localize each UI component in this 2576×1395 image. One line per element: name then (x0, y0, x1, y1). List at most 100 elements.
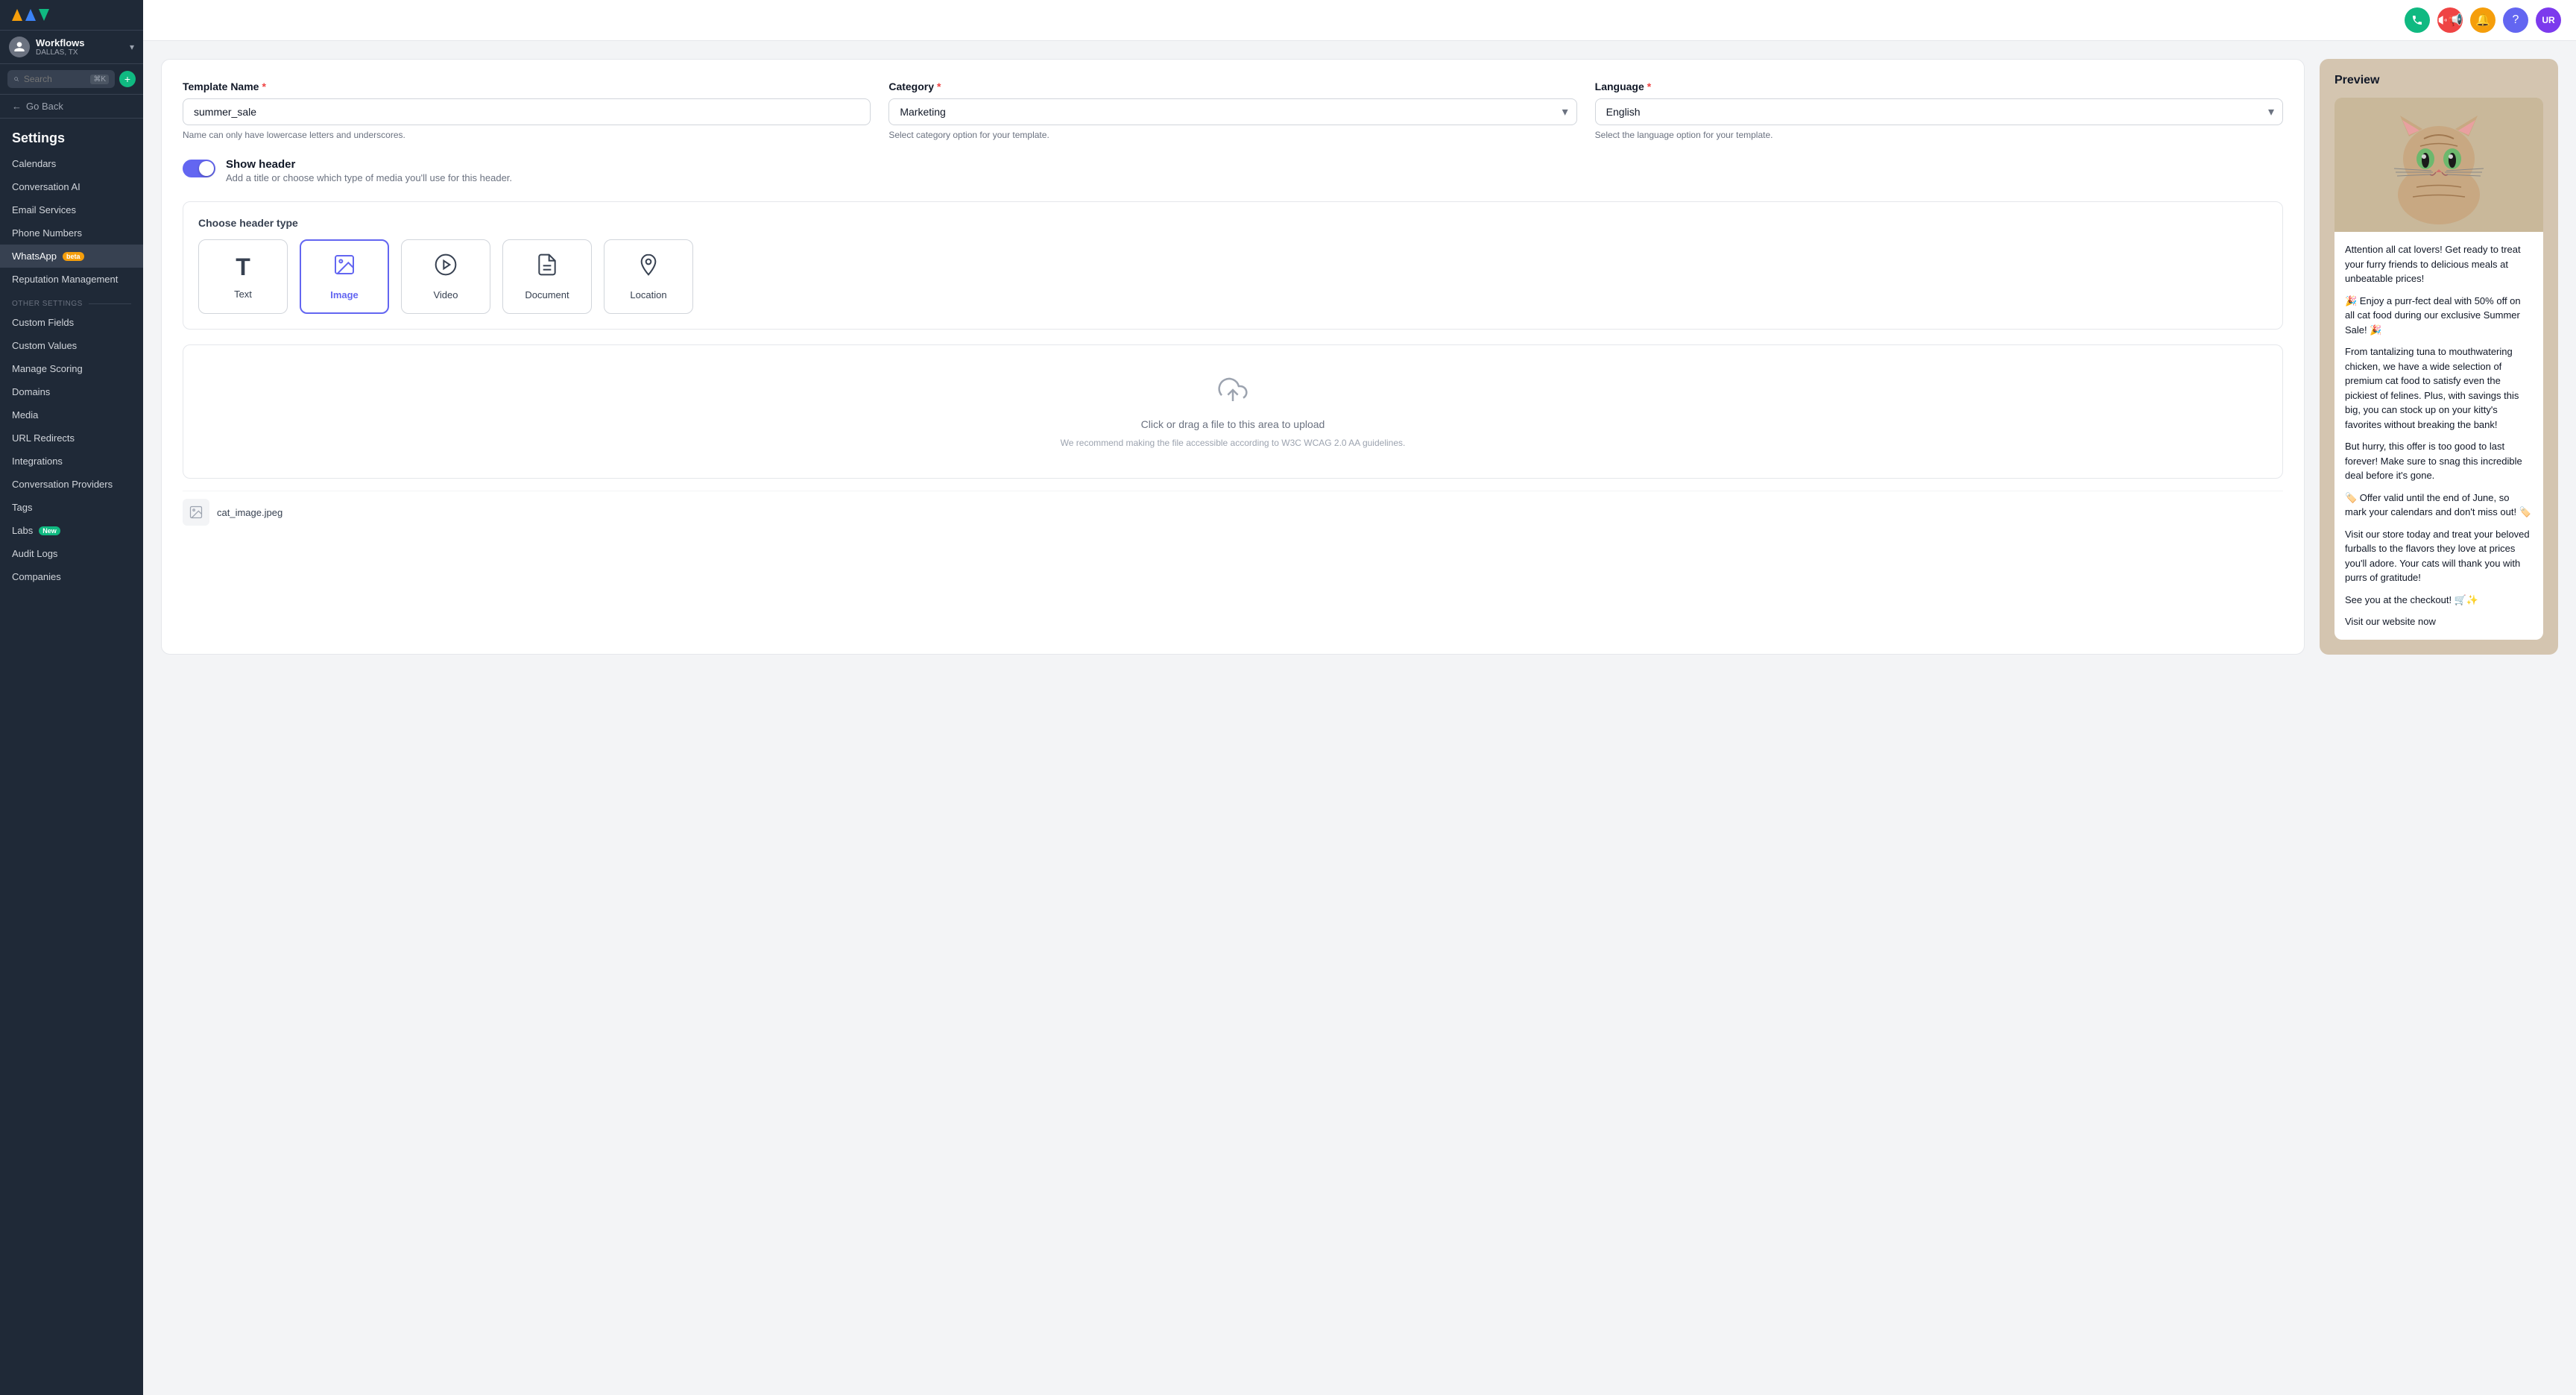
show-header-section: Show header Add a title or choose which … (183, 158, 2283, 183)
template-name-label: Template Name * (183, 81, 871, 92)
header-type-options: T Text Image Video (198, 239, 2267, 314)
required-star: * (262, 81, 265, 92)
bell-icon-button[interactable]: 🔔 (2470, 7, 2496, 33)
header-option-document[interactable]: Document (502, 239, 592, 314)
workspace-info: Workflows DALLAS, TX (36, 37, 124, 57)
show-header-label: Show header (226, 158, 512, 171)
new-badge: New (39, 526, 60, 535)
add-button[interactable]: + (119, 71, 136, 87)
preview-panel: Preview (2320, 59, 2558, 655)
sidebar-item-media[interactable]: Media (0, 403, 143, 426)
search-input-wrap[interactable]: ⌘K (7, 70, 115, 88)
sidebar-item-conversation-providers[interactable]: Conversation Providers (0, 473, 143, 496)
header-option-video[interactable]: Video (401, 239, 490, 314)
preview-text-3: But hurry, this offer is too good to las… (2345, 439, 2533, 483)
header-option-location[interactable]: Location (604, 239, 693, 314)
preview-chat: Attention all cat lovers! Get ready to t… (2334, 98, 2543, 640)
user-avatar-button[interactable]: UR (2536, 7, 2561, 33)
upload-area[interactable]: Click or drag a file to this area to upl… (183, 344, 2283, 479)
sidebar-item-labs[interactable]: Labs New (0, 519, 143, 542)
sidebar-item-conversation-ai[interactable]: Conversation AI (0, 175, 143, 198)
nav-label: Companies (12, 571, 61, 582)
document-type-icon (535, 253, 559, 282)
help-icon-button[interactable]: ? (2503, 7, 2528, 33)
image-type-icon (332, 253, 356, 282)
preview-text-content: Attention all cat lovers! Get ready to t… (2345, 242, 2533, 629)
topbar: 📢 🔔 ? UR (143, 0, 2576, 41)
preview-text-0: Attention all cat lovers! Get ready to t… (2345, 242, 2533, 286)
template-name-input[interactable] (183, 98, 871, 125)
preview-text-5: Visit our store today and treat your bel… (2345, 527, 2533, 585)
header-option-text[interactable]: T Text (198, 239, 288, 314)
sidebar-item-integrations[interactable]: Integrations (0, 450, 143, 473)
video-type-icon (434, 253, 458, 282)
form-row-1: Template Name * Name can only have lower… (183, 81, 2283, 140)
upload-cloud-icon (1218, 375, 1248, 411)
workspace-name: Workflows (36, 37, 124, 48)
required-star-3: * (1647, 81, 1651, 92)
sidebar-item-url-redirects[interactable]: URL Redirects (0, 426, 143, 450)
nav-label: Reputation Management (12, 274, 118, 285)
sidebar-item-reputation-management[interactable]: Reputation Management (0, 268, 143, 291)
sidebar-item-calendars[interactable]: Calendars (0, 152, 143, 175)
upload-text: Click or drag a file to this area to upl… (1141, 418, 1325, 430)
header-option-image[interactable]: Image (300, 239, 389, 314)
sidebar-item-email-services[interactable]: Email Services (0, 198, 143, 221)
sidebar-item-audit-logs[interactable]: Audit Logs (0, 542, 143, 565)
template-name-group: Template Name * Name can only have lower… (183, 81, 871, 140)
sidebar: Workflows DALLAS, TX ▾ ⌘K + ← Go Back Se… (0, 0, 143, 1395)
search-input[interactable] (24, 74, 86, 84)
preview-text-2: From tantalizing tuna to mouthwatering c… (2345, 344, 2533, 432)
megaphone-icon-button[interactable]: 📢 (2437, 7, 2463, 33)
search-shortcut: ⌘K (90, 75, 109, 84)
nav-label: Conversation Providers (12, 479, 113, 490)
go-back-button[interactable]: ← Go Back (0, 95, 143, 119)
sidebar-item-domains[interactable]: Domains (0, 380, 143, 403)
preview-title: Preview (2334, 74, 2543, 87)
header-option-video-label: Video (433, 289, 458, 300)
required-star-2: * (937, 81, 941, 92)
other-settings-label: OTHER SETTINGS (0, 291, 143, 311)
sidebar-item-custom-values[interactable]: Custom Values (0, 334, 143, 357)
sidebar-item-custom-fields[interactable]: Custom Fields (0, 311, 143, 334)
header-type-label: Choose header type (198, 217, 2267, 229)
show-header-toggle[interactable] (183, 160, 215, 177)
sidebar-item-phone-numbers[interactable]: Phone Numbers (0, 221, 143, 245)
category-select-wrapper: Marketing Utility Authentication (888, 98, 1576, 125)
content-area: Template Name * Name can only have lower… (143, 41, 2576, 673)
category-select[interactable]: Marketing Utility Authentication (888, 98, 1576, 125)
language-hint: Select the language option for your temp… (1595, 130, 2283, 140)
sidebar-logo (0, 0, 143, 31)
sidebar-item-companies[interactable]: Companies (0, 565, 143, 588)
sidebar-item-tags[interactable]: Tags (0, 496, 143, 519)
settings-heading: Settings (0, 119, 143, 152)
nav-label: Tags (12, 502, 32, 513)
file-name: cat_image.jpeg (217, 507, 282, 518)
main-content: 📢 🔔 ? UR Template Name * Name can only h… (143, 0, 2576, 1395)
nav-label: Audit Logs (12, 548, 57, 559)
header-option-text-label: Text (234, 289, 252, 300)
nav-label: Domains (12, 386, 50, 397)
back-arrow-icon: ← (12, 101, 22, 112)
nav-label: Phone Numbers (12, 227, 82, 239)
nav-label: Manage Scoring (12, 363, 83, 374)
phone-icon-button[interactable] (2405, 7, 2430, 33)
nav-label: Labs (12, 525, 33, 536)
preview-text-1: 🎉 Enjoy a purr-fect deal with 50% off on… (2345, 294, 2533, 338)
workspace-selector[interactable]: Workflows DALLAS, TX ▾ (0, 31, 143, 64)
preview-text-4: 🏷️ Offer valid until the end of June, so… (2345, 491, 2533, 520)
category-label: Category * (888, 81, 1576, 92)
language-group: Language * English Spanish French Select… (1595, 81, 2283, 140)
header-option-document-label: Document (525, 289, 569, 300)
nav-label: WhatsApp (12, 251, 57, 262)
language-select[interactable]: English Spanish French (1595, 98, 2283, 125)
sidebar-item-manage-scoring[interactable]: Manage Scoring (0, 357, 143, 380)
logo-icon (12, 9, 49, 21)
show-header-hint: Add a title or choose which type of medi… (226, 172, 512, 183)
nav-label: Email Services (12, 204, 76, 215)
workspace-avatar (9, 37, 30, 57)
nav-label: URL Redirects (12, 432, 75, 444)
search-bar: ⌘K + (0, 64, 143, 95)
preview-text-7: Visit our website now (2345, 614, 2533, 629)
sidebar-item-whatsapp[interactable]: WhatsApp beta (0, 245, 143, 268)
